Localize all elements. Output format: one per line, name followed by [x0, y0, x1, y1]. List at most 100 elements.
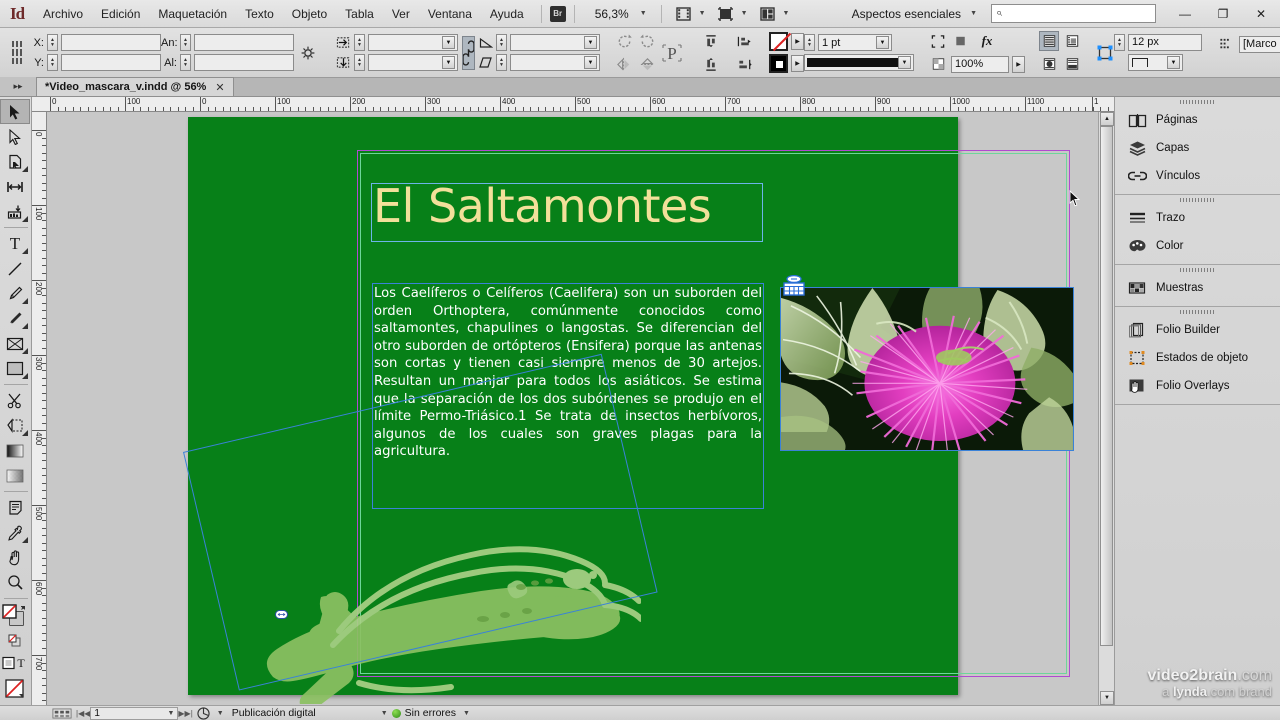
- tool-eyedropper[interactable]: [0, 520, 30, 545]
- menu-objeto[interactable]: Objeto: [283, 3, 336, 25]
- tool-pen[interactable]: [0, 281, 30, 306]
- page-title[interactable]: El Saltamontes: [373, 179, 773, 233]
- tool-page[interactable]: [0, 149, 30, 174]
- scale-x-stepper[interactable]: ▲ ▼: [354, 34, 365, 51]
- panel-layers[interactable]: Capas: [1115, 134, 1280, 162]
- tool-pencil[interactable]: [0, 306, 30, 331]
- stroke-swatch[interactable]: [769, 32, 788, 51]
- text-wrap-jump-button[interactable]: [1062, 54, 1082, 74]
- tool-hand[interactable]: [0, 545, 30, 570]
- menu-tabla[interactable]: Tabla: [336, 3, 383, 25]
- close-button[interactable]: ✕: [1242, 1, 1280, 27]
- view-display-mode-button[interactable]: ▼: [712, 4, 754, 24]
- panel-pages[interactable]: Páginas: [1115, 106, 1280, 134]
- rotate-90-cw-button[interactable]: [637, 31, 657, 51]
- preflight-indicator[interactable]: ▼: [193, 706, 228, 720]
- scale-y-stepper[interactable]: ▲ ▼: [354, 54, 365, 71]
- align-bottom-button[interactable]: [701, 54, 721, 74]
- select-container-icon[interactable]: P: [657, 36, 687, 70]
- y-input[interactable]: [61, 54, 161, 71]
- search-input[interactable]: [1002, 7, 1151, 20]
- x-input[interactable]: [61, 34, 161, 51]
- panel-stroke[interactable]: Trazo: [1115, 204, 1280, 232]
- tool-zoom[interactable]: [0, 570, 30, 595]
- object-style-dropdown[interactable]: [Marco gráfico básico] ▼: [1239, 35, 1280, 53]
- menu-archivo[interactable]: Archivo: [34, 3, 92, 25]
- shear-dropdown[interactable]: ▼: [510, 54, 600, 71]
- vertical-scrollbar[interactable]: ▲ ▼: [1098, 112, 1114, 705]
- page-number-field[interactable]: 1 ▼: [90, 706, 179, 720]
- text-wrap-bounding-button[interactable]: [1062, 31, 1082, 51]
- flip-horizontal-button[interactable]: [614, 54, 634, 74]
- scroll-down-button[interactable]: ▼: [1100, 691, 1114, 705]
- panel-color[interactable]: Color: [1115, 232, 1280, 260]
- y-stepper[interactable]: ▲ ▼: [47, 54, 58, 71]
- page-size-badge[interactable]: [48, 706, 76, 720]
- fill-swatch[interactable]: [769, 54, 788, 73]
- corner-size-input[interactable]: 12 px: [1128, 34, 1202, 51]
- tool-direct-selection[interactable]: [0, 124, 30, 149]
- vertical-ruler[interactable]: 0 100 200 300 400 500 600 700: [32, 112, 47, 705]
- text-wrap-none-button[interactable]: [1039, 31, 1059, 51]
- last-page-button[interactable]: ▶|: [185, 709, 193, 718]
- opacity-menu[interactable]: ▶: [1012, 55, 1025, 73]
- constrain-scale-toggle[interactable]: [462, 35, 475, 70]
- corner-shape-dropdown[interactable]: ▼: [1128, 54, 1183, 71]
- scale-x-dropdown[interactable]: ▼: [368, 34, 458, 51]
- error-status[interactable]: Sin errores ▼: [388, 706, 474, 720]
- reference-point-selector[interactable]: [12, 40, 22, 65]
- effects-button[interactable]: fx: [974, 31, 1000, 51]
- tool-line[interactable]: [0, 256, 30, 281]
- vertical-scroll-thumb[interactable]: [1100, 126, 1113, 646]
- tool-type[interactable]: T: [0, 231, 30, 256]
- rotation-dropdown[interactable]: ▼: [510, 34, 600, 51]
- zoom-level-dropdown[interactable]: 56,3% ▼: [583, 5, 653, 23]
- tool-scissors[interactable]: [0, 388, 30, 413]
- width-stepper[interactable]: ▲ ▼: [180, 34, 191, 51]
- view-screen-mode-button[interactable]: ▼: [670, 4, 712, 24]
- panel-links[interactable]: Vínculos: [1115, 162, 1280, 190]
- panel-swatches[interactable]: Muestras: [1115, 274, 1280, 302]
- horizontal-ruler[interactable]: 0 100 0 100 200 300 400 500 600 700 800 900 1000 1100…: [32, 97, 1114, 112]
- height-input[interactable]: [194, 54, 294, 71]
- stroke-swatch-menu[interactable]: ▶: [791, 33, 804, 50]
- panel-folio-overlays[interactable]: Folio Overlays: [1115, 372, 1280, 400]
- scroll-up-button[interactable]: ▲: [1100, 112, 1114, 126]
- rotate-90-ccw-button[interactable]: [614, 31, 634, 51]
- panel-group-grip[interactable]: [1115, 195, 1280, 204]
- stroke-weight-dropdown[interactable]: 1 pt ▼: [818, 34, 892, 51]
- menu-texto[interactable]: Texto: [236, 3, 283, 25]
- corner-options-button[interactable]: [928, 31, 948, 51]
- stroke-weight-stepper[interactable]: ▲ ▼: [804, 34, 815, 51]
- panel-group-grip[interactable]: [1115, 97, 1280, 106]
- first-page-button[interactable]: |◀: [76, 709, 84, 718]
- workspace-switcher[interactable]: Aspectos esenciales ▼: [842, 5, 983, 23]
- distribute-left-button[interactable]: [735, 31, 755, 51]
- stroke-type-dropdown[interactable]: ▼: [804, 54, 914, 71]
- quick-apply-button[interactable]: [1216, 34, 1236, 54]
- text-wrap-shape-button[interactable]: [1039, 54, 1059, 74]
- bridge-icon[interactable]: Br: [549, 5, 566, 22]
- tool-gap[interactable]: [0, 174, 30, 199]
- fill-stroke-proxy[interactable]: [0, 602, 30, 632]
- default-fill-stroke-button[interactable]: [0, 632, 30, 650]
- apply-none-button[interactable]: [0, 675, 30, 702]
- document-page[interactable]: El Saltamontes Los Caelíferos o Celífero…: [183, 117, 1074, 704]
- opacity-input[interactable]: 100%: [951, 55, 1009, 73]
- corner-shape-icon[interactable]: [1096, 43, 1114, 63]
- rotation-handle[interactable]: [275, 610, 288, 619]
- tool-rectangle-frame[interactable]: [0, 331, 30, 356]
- width-input[interactable]: [194, 34, 294, 51]
- constrain-proportions-size-icon[interactable]: [300, 43, 316, 63]
- preflight-profile[interactable]: Publicación digital: [228, 706, 378, 720]
- arrange-documents-button[interactable]: ▼: [754, 4, 796, 24]
- menu-maquetacion[interactable]: Maquetación: [149, 3, 236, 25]
- maximize-button[interactable]: ❐: [1204, 1, 1242, 27]
- document-canvas[interactable]: El Saltamontes Los Caelíferos o Celífero…: [47, 112, 1114, 705]
- tool-selection[interactable]: [0, 99, 30, 124]
- search-field[interactable]: ⌕: [991, 4, 1156, 23]
- tool-gradient-feather[interactable]: [0, 463, 30, 488]
- menu-ventana[interactable]: Ventana: [419, 3, 481, 25]
- expand-dock-button[interactable]: ▸▸: [0, 77, 36, 96]
- distribute-right-button[interactable]: [735, 54, 755, 74]
